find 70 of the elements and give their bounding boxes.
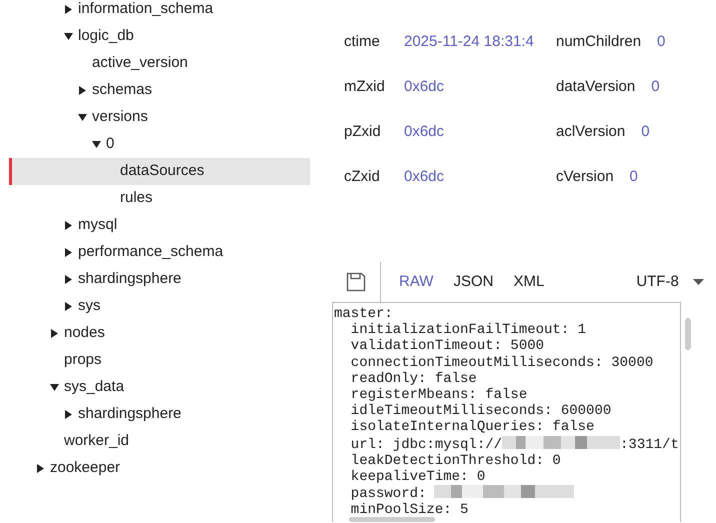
caret-right-icon[interactable] (64, 221, 73, 230)
caret-right-icon[interactable] (78, 86, 87, 95)
stat-label: cZxid (344, 167, 381, 188)
stat-label: numChildren (556, 32, 642, 52)
scrollbar-thumb[interactable] (685, 318, 691, 350)
format-tab[interactable]: RAW (399, 270, 434, 294)
caret-down-icon[interactable] (78, 113, 87, 122)
stat-label: pZxid (344, 122, 382, 142)
stat-value: 0 (657, 32, 666, 52)
stat-value: 0x6dc (404, 167, 444, 188)
caret-right-icon[interactable] (64, 275, 73, 284)
tree-item[interactable]: active_version (9, 50, 310, 77)
code-line: leakDetectionThreshold: 0 (350, 452, 561, 469)
caret-right-icon[interactable] (50, 329, 59, 338)
tree-item[interactable]: mysql (9, 212, 310, 239)
code-line: isolateInternalQueries: false (350, 419, 594, 436)
code-line: idleTimeoutMilliseconds: 600000 (350, 403, 612, 420)
tree-item[interactable]: zookeeper (9, 455, 310, 482)
caret-down-icon[interactable] (692, 279, 704, 285)
code-line: registerMbeans: false (350, 387, 528, 404)
tree-item[interactable]: shardingsphere (9, 401, 310, 428)
code-line: :3311/t (620, 436, 679, 453)
stat-value: 2025-11-24 18:31:4 (404, 32, 534, 52)
tree-item[interactable]: sys_data (9, 374, 310, 401)
tree-item[interactable]: shardingsphere (9, 266, 310, 293)
stat-value: 0 (651, 77, 660, 98)
stat-label: mZxid (344, 77, 386, 98)
stat-label: aclVersion (556, 122, 626, 142)
stat-value: 0x6dc (404, 77, 444, 98)
tree-item[interactable]: dataSources (9, 158, 310, 185)
tree-item[interactable]: performance_schema (9, 239, 310, 266)
code-line: initializationFailTimeout: 1 (350, 322, 586, 338)
tree-item[interactable]: versions (9, 104, 310, 131)
caret-right-icon[interactable] (64, 410, 73, 419)
caret-down-icon[interactable] (50, 383, 59, 392)
code-line: url: jdbc:mysql:// (350, 436, 502, 453)
caret-right-icon[interactable] (64, 5, 73, 14)
code-line: password: (350, 486, 426, 502)
tree-item[interactable]: 0 (9, 131, 310, 158)
format-tab[interactable]: JSON (453, 270, 494, 294)
tree-item[interactable]: props (9, 347, 310, 374)
stat-label: ctime (344, 32, 381, 52)
caret-right-icon[interactable] (36, 464, 45, 473)
caret-down-icon[interactable] (92, 140, 101, 149)
tree-item[interactable]: worker_id (9, 428, 310, 455)
code-line: master: (334, 306, 393, 322)
code-line: connectionTimeoutMilliseconds: 30000 (350, 354, 654, 371)
encoding-dropdown[interactable]: UTF-8 (636, 270, 704, 294)
code-line: readOnly: false (350, 370, 477, 387)
caret-right-icon[interactable] (64, 248, 73, 257)
code-line: keepaliveTime: 0 (350, 469, 486, 486)
code-editor[interactable] (332, 302, 681, 522)
code-line: minPoolSize: 5 (350, 502, 468, 518)
stat-value: 0 (641, 122, 650, 142)
caret-right-icon[interactable] (64, 302, 73, 311)
tree-item[interactable]: information_schema (9, 0, 310, 23)
save-icon[interactable] (346, 272, 366, 292)
stat-label: dataVersion (556, 77, 636, 98)
scrollbar-thumb[interactable] (349, 517, 435, 522)
tree-item[interactable]: logic_db (9, 23, 310, 50)
stat-label: cVersion (556, 167, 614, 188)
tree-item[interactable]: nodes (9, 320, 310, 347)
tree-item[interactable]: rules (9, 185, 310, 212)
stat-value: 0 (630, 167, 638, 188)
caret-down-icon[interactable] (64, 32, 73, 41)
tree-item[interactable]: schemas (9, 77, 310, 104)
code-line: validationTimeout: 5000 (350, 338, 544, 354)
format-tab[interactable]: XML (513, 270, 544, 294)
tree-item[interactable]: sys (9, 293, 310, 320)
stat-value: 0x6dc (404, 122, 444, 142)
